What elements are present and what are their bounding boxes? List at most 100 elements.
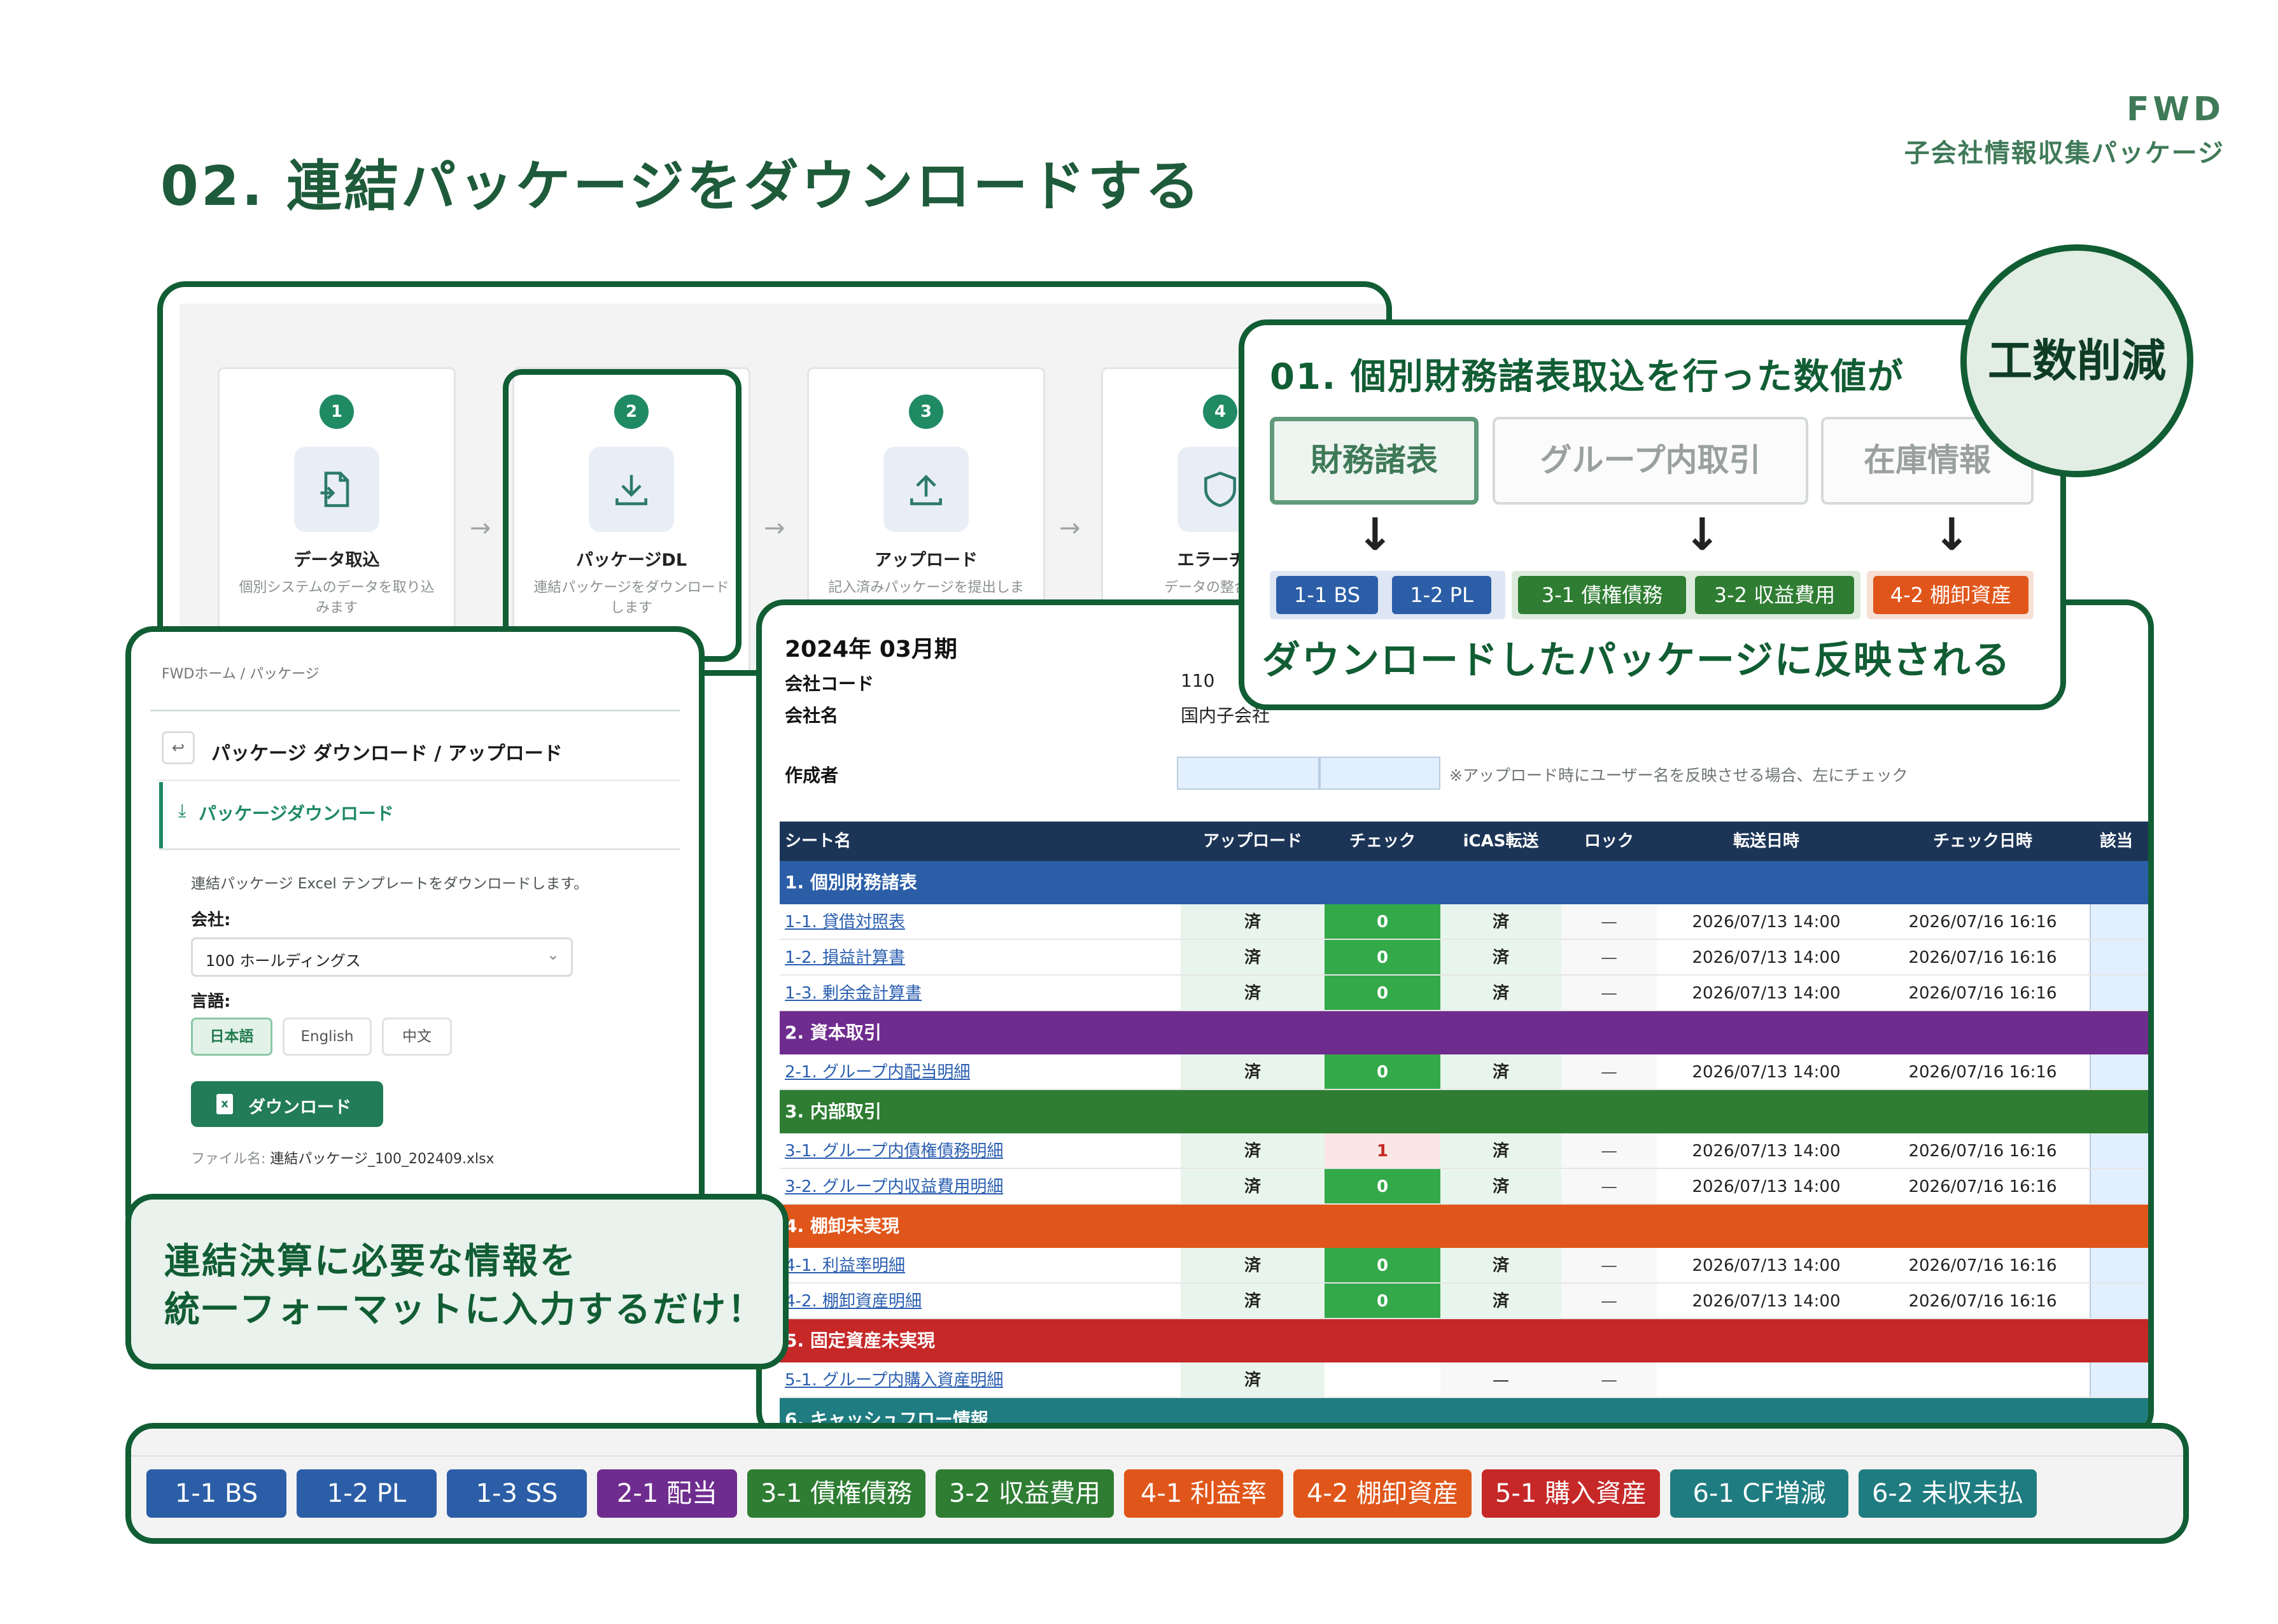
upload-status: 済 <box>1181 1362 1325 1397</box>
applicable-cell[interactable] <box>2090 1169 2148 1203</box>
sheet-link[interactable]: 1-1. 貸借対照表 <box>785 904 905 939</box>
tab-intercompany[interactable]: グループ内取引 <box>1493 417 1808 505</box>
divider <box>157 780 680 781</box>
author-checkbox-cell[interactable] <box>1319 757 1440 790</box>
download-button[interactable]: x ダウンロード <box>191 1081 383 1127</box>
sheet-tab[interactable]: 2-1 配当 <box>597 1469 737 1518</box>
check-count: 0 <box>1325 1169 1440 1203</box>
icas-status: 済 <box>1440 1284 1561 1318</box>
sent-datetime: 2026/07/13 14:00 <box>1692 913 1841 932</box>
slide: { "brand": { "name": "FWD", "subtitle": … <box>0 0 2278 1624</box>
note-line-2: 統一フォーマットに入力するだけ！ <box>164 1289 765 1331</box>
sent-datetime <box>1657 1362 1876 1397</box>
tab-financial-statements[interactable]: 財務諸表 <box>1270 417 1479 505</box>
sheet-link[interactable]: 3-1. グループ内債権債務明細 <box>785 1133 1003 1168</box>
section-label: パッケージダウンロード <box>199 803 394 824</box>
applicable-cell[interactable] <box>2090 904 2148 939</box>
divider <box>131 1455 2183 1457</box>
sheet-tab[interactable]: 3-2 収益費用 <box>936 1469 1114 1518</box>
applicable-cell[interactable] <box>2090 1133 2148 1168</box>
checked-datetime: 2026/07/16 16:16 <box>1908 984 2057 1003</box>
icas-status: 済 <box>1440 1054 1561 1089</box>
upload-status: 済 <box>1181 1169 1325 1203</box>
sheet-link[interactable]: 2-1. グループ内配当明細 <box>785 1054 970 1089</box>
chip-revenue-expense: 3-2 収益費用 <box>1695 576 1854 614</box>
company-code-value[interactable]: 110 <box>1181 670 1214 691</box>
language-option-en[interactable]: English <box>283 1018 372 1056</box>
category-row: 4. 棚卸未実現 <box>780 1205 2148 1248</box>
lock-status[interactable]: — <box>1561 940 1657 974</box>
step-number: 3 <box>909 395 943 429</box>
table-row: 2-1. グループ内配当明細済 0 済 —2026/07/13 14:00 2026/0… <box>780 1054 2148 1090</box>
applicable-cell[interactable] <box>2090 976 2148 1010</box>
check-count: 0 <box>1325 976 1440 1010</box>
icas-status: 済 <box>1440 940 1561 974</box>
author-input[interactable] <box>1177 757 1319 790</box>
icas-status: 済 <box>1440 1169 1561 1203</box>
callout-panel: 01. 個別財務諸表取込を行った数値が 財務諸表 グループ内取引 在庫情報 ↓ … <box>1239 319 2066 710</box>
language-option-ja[interactable]: 日本語 <box>191 1018 272 1056</box>
divider <box>150 710 680 711</box>
chip-receivables: 3-1 債権債務 <box>1518 576 1686 614</box>
icas-status: 済 <box>1440 1248 1561 1282</box>
sheet-link[interactable]: 3-2. グループ内収益費用明細 <box>785 1169 1003 1203</box>
lock-status[interactable]: — <box>1561 1284 1657 1318</box>
check-count: 0 <box>1325 940 1440 974</box>
column-header: iCAS転送 <box>1463 832 1539 851</box>
sheet-tab[interactable]: 6-2 未収未払 <box>1859 1469 2037 1518</box>
sheet-link[interactable]: 4-2. 棚卸資産明細 <box>785 1284 922 1318</box>
sent-datetime: 2026/07/13 14:00 <box>1692 1063 1841 1082</box>
table-row: 3-1. グループ内債権債務明細済 1 済 —2026/07/13 14:00 2026… <box>780 1133 2148 1169</box>
sheet-tab[interactable]: 3-1 債権債務 <box>747 1469 925 1518</box>
download-section-header[interactable]: ⤓ パッケージダウンロード <box>159 782 680 848</box>
upload-icon <box>883 447 969 532</box>
table-row: 5-1. グループ内購入資産明細 済 — — <box>780 1362 2148 1398</box>
lock-status[interactable]: — <box>1561 1133 1657 1168</box>
company-select[interactable]: 100 ホールディングス ⌄ <box>191 937 573 977</box>
company-label: 会社: <box>191 911 231 930</box>
lock-status[interactable]: — <box>1561 904 1657 939</box>
sheet-tab[interactable]: 4-1 利益率 <box>1124 1469 1283 1518</box>
check-count: 0 <box>1325 1054 1440 1089</box>
table-row: 4-2. 棚卸資産明細済 0 済 —2026/07/13 14:00 2026/07/1… <box>780 1284 2148 1319</box>
note-line-1: 連結決算に必要な情報を <box>164 1241 577 1282</box>
applicable-cell[interactable] <box>2090 1362 2148 1397</box>
checked-datetime: 2026/07/16 16:16 <box>1908 913 2057 932</box>
table-row: 1-1. 貸借対照表済 0 済 —2026/07/13 14:00 2026/07/16… <box>780 904 2148 940</box>
lock-status[interactable]: — <box>1561 1169 1657 1203</box>
language-option-zh[interactable]: 中文 <box>382 1018 452 1056</box>
applicable-cell[interactable] <box>2090 940 2148 974</box>
check-count: 0 <box>1325 1284 1440 1318</box>
checked-datetime: 2026/07/16 16:16 <box>1908 1256 2057 1275</box>
sheet-tab[interactable]: 4-2 棚卸資産 <box>1293 1469 1472 1518</box>
sheet-tab[interactable]: 1-3 SS <box>447 1469 587 1518</box>
fiscal-period: 2024年 03月期 <box>785 636 957 662</box>
page-title: 02. 連結パッケージをダウンロードする <box>160 155 1202 218</box>
back-button[interactable]: ↩ <box>162 731 195 764</box>
applicable-cell[interactable] <box>2090 1054 2148 1089</box>
applicable-cell[interactable] <box>2090 1284 2148 1318</box>
applicable-cell[interactable] <box>2090 1248 2148 1282</box>
lock-status[interactable]: — <box>1561 1362 1657 1397</box>
lock-status[interactable]: — <box>1561 1248 1657 1282</box>
sheet-link[interactable]: 1-2. 損益計算書 <box>785 940 905 974</box>
lock-status[interactable]: — <box>1561 1054 1657 1089</box>
sheet-tab[interactable]: 1-1 BS <box>146 1469 286 1518</box>
upload-status: 済 <box>1181 976 1325 1010</box>
icas-status: 済 <box>1440 904 1561 939</box>
effort-reduction-badge: 工数削減 <box>1960 244 2193 477</box>
category-row: 3. 内部取引 <box>780 1090 2148 1133</box>
sheet-tabs-bar: 1-1 BS 1-2 PL 1-3 SS 2-1 配当 3-1 債権債務 3-2 収益費用… <box>125 1423 2189 1544</box>
sheet-link[interactable]: 5-1. グループ内購入資産明細 <box>785 1362 1003 1397</box>
excel-icon: x <box>216 1094 233 1114</box>
sheet-link[interactable]: 4-1. 利益率明細 <box>785 1248 905 1282</box>
chip-pl: 1-2 PL <box>1392 576 1491 614</box>
breadcrumb[interactable]: FWDホーム / パッケージ <box>162 662 320 683</box>
lock-status[interactable]: — <box>1561 976 1657 1010</box>
sheet-tab[interactable]: 5-1 購入資産 <box>1482 1469 1660 1518</box>
sheet-link[interactable]: 1-3. 剰余金計算書 <box>785 976 922 1010</box>
sheet-tab[interactable]: 1-2 PL <box>297 1469 437 1518</box>
check-count: 1 <box>1325 1133 1440 1168</box>
sheet-tab[interactable]: 6-1 CF増減 <box>1670 1469 1848 1518</box>
category-row: 2. 資本取引 <box>780 1011 2148 1054</box>
